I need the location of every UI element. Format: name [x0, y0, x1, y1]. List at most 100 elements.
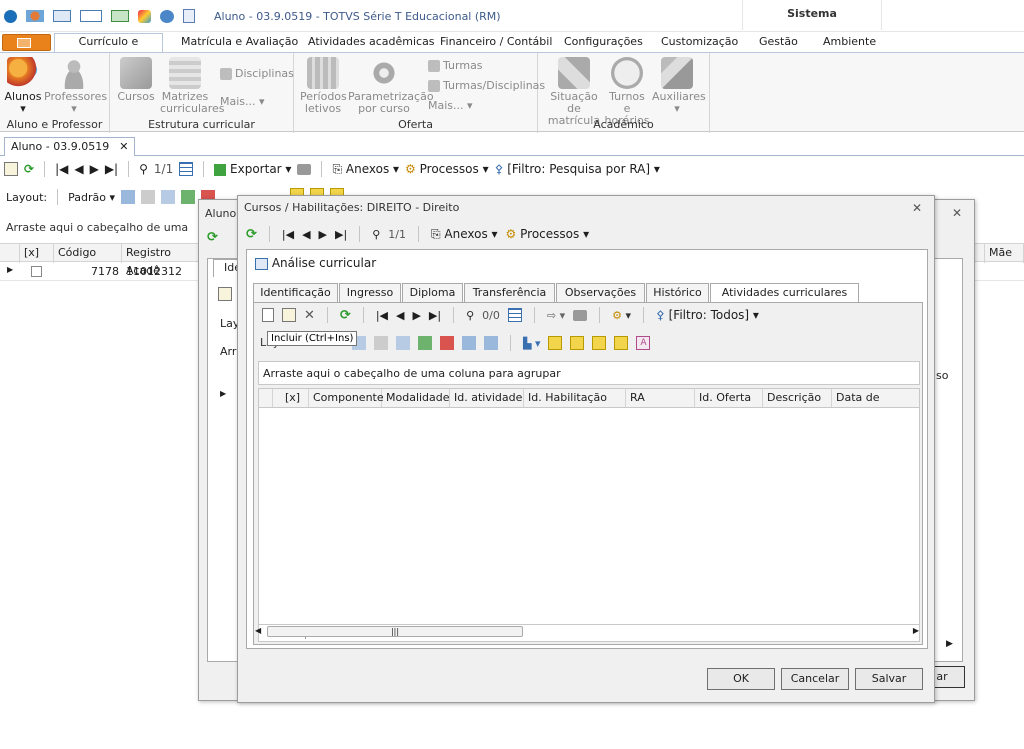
binoculars-icon[interactable]: ⚲ — [372, 228, 380, 241]
parametrizacao-button[interactable]: Parametrização por curso — [348, 57, 434, 115]
system-menu[interactable]: Sistema — [742, 0, 882, 30]
tab-observacoes[interactable]: Observações — [556, 283, 645, 303]
run-icon[interactable] — [111, 10, 129, 22]
edit-icon[interactable] — [218, 287, 232, 301]
first-record-icon[interactable]: |◀ — [282, 228, 294, 241]
disciplinas-button[interactable]: Disciplinas — [220, 67, 294, 80]
situacao-button[interactable]: Situação de matrícula — [546, 57, 602, 127]
filter-button[interactable]: ⚴ [Filtro: Todos] ▾ — [656, 308, 759, 322]
tab-ambiente[interactable]: Ambiente — [817, 34, 882, 52]
config-icon[interactable] — [26, 10, 44, 22]
tab-matricula-avaliacao[interactable]: Matrícula e Avaliação — [175, 34, 304, 52]
export-button[interactable]: ⇨ ▾ — [547, 309, 565, 322]
tab-customizacao[interactable]: Customização — [655, 34, 744, 52]
font-color-icon[interactable]: A — [636, 336, 651, 350]
cursos-button[interactable]: Cursos — [116, 57, 156, 103]
binoculars-icon[interactable]: ⚲ — [139, 162, 148, 176]
next-record-icon[interactable]: ▶ — [90, 162, 99, 176]
next-record-icon[interactable]: ▶ — [319, 228, 327, 241]
turnos-button[interactable]: Turnos e horários — [604, 57, 650, 127]
layout-import-icon[interactable] — [418, 336, 432, 350]
layout-save-icon[interactable] — [121, 190, 135, 204]
registro-column-header[interactable]: Registro Acadê — [122, 244, 202, 277]
scroll-right-icon[interactable]: ▶ — [913, 626, 919, 635]
turmas-disciplinas-button[interactable]: Turmas/Disciplinas — [428, 79, 545, 92]
processes-button[interactable]: ⚙ ▾ — [612, 309, 631, 322]
cancel-button[interactable]: Cancelar — [781, 668, 849, 690]
descricao-column-header[interactable]: Descrição — [763, 389, 832, 407]
layout-import-icon[interactable] — [181, 190, 195, 204]
alunos-button[interactable]: Alunos ▾ — [4, 57, 42, 115]
auxiliares-button[interactable]: Auxiliares ▾ — [652, 57, 706, 115]
grid-view-icon[interactable] — [507, 308, 522, 322]
tab-aluno-document[interactable]: Aluno - 03.9.0519 ✕ — [4, 137, 136, 156]
tab-diploma[interactable]: Diploma — [402, 283, 463, 303]
layout-icon[interactable] — [374, 336, 388, 350]
print-icon[interactable] — [297, 163, 312, 175]
id-oferta-column-header[interactable]: Id. Oferta — [695, 389, 763, 407]
scroll-right-icon[interactable]: ▶ — [946, 639, 953, 649]
paint-icon[interactable] — [138, 9, 151, 23]
tab-identificacao[interactable]: Identificação — [253, 283, 338, 303]
refresh-icon[interactable]: ⟳ — [24, 162, 34, 176]
layout-icon[interactable] — [141, 190, 155, 204]
close-icon[interactable]: ✕ — [952, 206, 962, 220]
last-record-icon[interactable]: ▶| — [335, 228, 347, 241]
id-habilitacao-filial-column-header[interactable]: Id. Habilitação Filial — [524, 389, 626, 422]
print-icon[interactable] — [573, 309, 588, 321]
scroll-thumb[interactable]: ||| — [267, 626, 523, 637]
row-checkbox[interactable] — [31, 266, 42, 277]
first-record-icon[interactable]: |◀ — [376, 309, 388, 322]
save-icon[interactable] — [53, 10, 71, 22]
last-record-icon[interactable]: ▶| — [429, 309, 441, 322]
application-menu-button[interactable] — [2, 34, 51, 51]
tab-configuracoes[interactable]: Configurações — [558, 34, 649, 52]
codigo-column-header[interactable]: Código — [54, 244, 122, 263]
data-conclusao-column-header[interactable]: Data de conclusão — [832, 389, 921, 422]
professores-button[interactable]: Professores ▾ — [44, 57, 107, 115]
select-column-header[interactable]: [x] — [273, 389, 309, 407]
tab-atividades-curriculares[interactable]: Atividades curriculares — [710, 283, 859, 304]
highlight-icon[interactable] — [570, 336, 585, 350]
previous-record-icon[interactable]: ◀ — [396, 309, 404, 322]
highlight-icon[interactable] — [614, 336, 629, 350]
highlight-icon[interactable] — [592, 336, 607, 350]
layout-select[interactable]: Padrão ▾ — [68, 191, 115, 204]
tab-transferencia[interactable]: Transferência — [464, 283, 555, 303]
window-icon[interactable] — [80, 10, 102, 22]
ok-button[interactable]: OK — [707, 668, 775, 690]
modalidade-column-header[interactable]: Modalidade — [382, 389, 450, 407]
grid-view-icon[interactable] — [179, 162, 194, 176]
layout-icon[interactable] — [462, 336, 476, 350]
id-atividade-column-header[interactable]: Id. atividade — [450, 389, 524, 407]
horizontal-scrollbar[interactable]: ◀ ||| ▶ — [255, 624, 919, 640]
edit-icon[interactable] — [4, 162, 18, 176]
refresh-icon[interactable]: ⟳ — [340, 308, 351, 323]
highlight-icon[interactable] — [548, 336, 563, 350]
activities-grid-body[interactable] — [258, 408, 920, 624]
mae-column-header[interactable]: Mãe — [984, 244, 1024, 263]
scroll-left-icon[interactable]: ◀ — [255, 626, 261, 635]
refresh-icon[interactable]: ⟳ — [246, 227, 257, 242]
tab-historico[interactable]: Histórico — [646, 283, 709, 303]
delete-icon[interactable]: ✕ — [304, 308, 315, 323]
chart-button[interactable]: ▙ ▾ — [523, 337, 540, 350]
close-icon[interactable]: ✕ — [119, 140, 128, 153]
select-column-header[interactable]: [x] — [20, 244, 54, 263]
save-button[interactable]: Salvar — [855, 668, 923, 690]
matrizes-button[interactable]: Matrizes curriculares — [160, 57, 225, 115]
close-icon[interactable]: ✕ — [912, 201, 922, 215]
layout-icon[interactable] — [161, 190, 175, 204]
processos-button[interactable]: ⚙ Processos ▾ — [405, 162, 489, 176]
processos-button[interactable]: ⚙ Processos ▾ — [506, 227, 590, 241]
filter-button[interactable]: ⚴ [Filtro: Pesquisa por RA] ▾ — [495, 162, 660, 176]
previous-record-icon[interactable]: ◀ — [74, 162, 83, 176]
turmas-button[interactable]: Turmas — [428, 59, 483, 72]
tab-ingresso[interactable]: Ingresso — [339, 283, 401, 303]
tab-curriculo-oferta[interactable]: Currículo e Oferta — [54, 33, 163, 64]
ra-column-header[interactable]: RA — [626, 389, 695, 407]
tab-atividades-academicas[interactable]: Atividades acadêmicas — [302, 34, 441, 52]
layout-icon[interactable] — [484, 336, 498, 350]
refresh-icon[interactable]: ⟳ — [207, 230, 235, 248]
exportar-button[interactable]: Exportar ▾ — [214, 162, 291, 176]
